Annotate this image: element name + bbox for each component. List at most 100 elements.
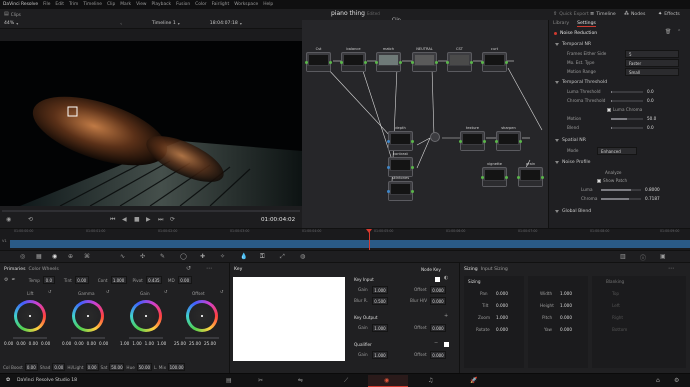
fusion-icon[interactable]: ⟋ xyxy=(344,377,348,385)
mo-est-type-select[interactable]: Faster xyxy=(625,59,679,67)
lift-wheel[interactable] xyxy=(14,300,46,332)
node-input-dot[interactable] xyxy=(305,61,308,64)
nodes-toggle[interactable]: ⁂ Nodes xyxy=(624,11,645,17)
gamma-r[interactable]: 0.00 xyxy=(74,341,83,346)
add-icon[interactable]: + xyxy=(444,313,448,319)
lift-master-slider[interactable] xyxy=(13,337,47,339)
lightbox-icon[interactable]: ▣ xyxy=(660,253,666,260)
blend-value[interactable]: 0.0 xyxy=(647,125,654,130)
lock-checkbox[interactable] xyxy=(607,107,611,112)
reset-icon[interactable]: ↺ xyxy=(106,289,109,294)
curves-icon[interactable]: ∿ xyxy=(120,253,125,260)
minus-icon[interactable]: − xyxy=(434,340,438,346)
reset-icon[interactable]: ↺ xyxy=(186,265,191,272)
menu-app[interactable]: DaVinci Resolve xyxy=(3,2,38,7)
play-reverse-icon[interactable]: ◀ xyxy=(122,216,127,223)
node-input-dot[interactable] xyxy=(495,140,498,143)
gamma-wheel[interactable] xyxy=(72,300,104,332)
collapse-icon[interactable]: ⌃ xyxy=(677,29,681,35)
yaw-value[interactable]: 0.000 xyxy=(560,327,572,332)
tilt-value[interactable]: 0.000 xyxy=(496,303,508,308)
shad-field[interactable]: 0.00 xyxy=(52,363,66,371)
menu-file[interactable]: File xyxy=(43,2,50,7)
out-offset-field[interactable]: 0.000 xyxy=(430,324,446,332)
lift-r[interactable]: 0.00 xyxy=(16,341,25,346)
analyze-button[interactable]: Analyze xyxy=(605,170,622,175)
height-value[interactable]: 1.000 xyxy=(560,303,572,308)
gain-master-slider[interactable] xyxy=(129,337,163,339)
settings-icon[interactable]: ⚙ xyxy=(674,377,679,384)
zoom-select[interactable]: 44% xyxy=(4,21,14,26)
3d-icon[interactable]: ◍ xyxy=(300,253,305,260)
auto-balance-icon[interactable]: ⚙ xyxy=(4,277,8,283)
reset-icon[interactable]: ↺ xyxy=(164,289,167,294)
effect-enabled-dot[interactable] xyxy=(554,32,557,35)
chevron-left-icon[interactable]: ‹ xyxy=(120,21,122,26)
contrast-field[interactable]: 1.000 xyxy=(110,276,127,284)
key-gain-field[interactable]: 1.000 xyxy=(372,286,388,294)
node-7[interactable]: depth xyxy=(387,126,414,151)
gamma-g[interactable]: 0.00 xyxy=(87,341,96,346)
section-noise-profile[interactable]: Noise Profile xyxy=(555,160,591,165)
node-input-dot[interactable] xyxy=(340,61,343,64)
qualifier-swatch[interactable] xyxy=(444,342,449,347)
skip-back-icon[interactable]: ⏮ xyxy=(110,216,115,224)
home-icon[interactable]: ⌂ xyxy=(656,377,660,384)
node-input-dot[interactable] xyxy=(481,61,484,64)
menu-fairlight[interactable]: Fairlight xyxy=(212,2,230,7)
node-8[interactable]: contrast xyxy=(387,152,414,177)
zoom-value[interactable]: 1.000 xyxy=(496,315,508,320)
width-value[interactable]: 1.000 xyxy=(560,291,572,296)
gamma-b[interactable]: 0.00 xyxy=(99,341,108,346)
camera-raw-icon[interactable]: ◎ xyxy=(20,253,25,260)
loop-playback-icon[interactable]: ⟳ xyxy=(170,216,175,223)
clips-toggle[interactable]: ▤ Clips xyxy=(4,11,21,17)
section-spatial-nr[interactable]: Spatial NR xyxy=(555,138,586,143)
color-page-tab[interactable]: ◉ xyxy=(368,375,408,387)
eyedropper-icon[interactable]: ✒ xyxy=(11,277,15,283)
chroma-value[interactable]: 0.7187 xyxy=(645,196,660,201)
reset-icon[interactable]: ↺ xyxy=(220,289,223,294)
node-2[interactable]: balance xyxy=(340,47,367,72)
chroma-threshold-slider[interactable] xyxy=(611,100,643,102)
gain-wheel[interactable] xyxy=(130,300,162,332)
node-output-dot[interactable] xyxy=(505,61,508,64)
node-input-dot[interactable] xyxy=(387,140,390,143)
hue-field[interactable]: 50.00 xyxy=(136,363,152,371)
md-field[interactable]: 0.00 xyxy=(177,276,192,284)
key-offset-field[interactable]: 0.000 xyxy=(430,286,446,294)
sat-field[interactable]: 50.00 xyxy=(109,363,125,371)
node-1[interactable]: Cst xyxy=(305,47,332,72)
menu-playback[interactable]: Playback xyxy=(152,2,172,7)
lift-y[interactable]: 0.00 xyxy=(4,341,13,346)
node-3[interactable]: match xyxy=(375,47,402,72)
motion-effects-icon[interactable]: ⌘ xyxy=(84,253,90,260)
timeline-toggle[interactable]: ≡ Timeline xyxy=(590,11,616,17)
rgb-mixer-icon[interactable]: ⊕ xyxy=(68,253,73,260)
lift-b[interactable]: 0.00 xyxy=(41,341,50,346)
gain-y[interactable]: 1.00 xyxy=(120,341,129,346)
node-input-dot[interactable] xyxy=(387,166,390,169)
gain-b[interactable]: 1.00 xyxy=(157,341,166,346)
offset-wheel[interactable] xyxy=(186,300,218,332)
more-options-icon[interactable]: ⋯ xyxy=(668,265,674,272)
gamma-master-slider[interactable] xyxy=(71,337,105,339)
menu-color[interactable]: Color xyxy=(195,2,206,7)
node-input-dot[interactable] xyxy=(481,176,484,179)
motion-slider[interactable] xyxy=(611,118,643,120)
pan-value[interactable]: 0.000 xyxy=(496,291,508,296)
cut-icon[interactable]: ✂ xyxy=(258,377,263,384)
show-patch-checkbox[interactable] xyxy=(597,178,601,183)
lift-g[interactable]: 0.00 xyxy=(29,341,38,346)
color-match-icon[interactable]: ▦ xyxy=(36,253,42,260)
node-input-dot[interactable] xyxy=(411,61,414,64)
node-6[interactable]: curt xyxy=(481,47,508,72)
menu-clip[interactable]: Clip xyxy=(107,2,115,7)
color-wheels-icon[interactable]: ◉ xyxy=(52,253,57,260)
node-10[interactable]: texture xyxy=(459,126,486,151)
node-output-dot[interactable] xyxy=(364,61,367,64)
node-11[interactable]: sharpen xyxy=(495,126,522,151)
layer-mixer-node[interactable] xyxy=(430,132,440,142)
temp-field[interactable]: 0.0 xyxy=(42,276,55,284)
sizing-mode[interactable]: Input Sizing xyxy=(481,267,508,272)
